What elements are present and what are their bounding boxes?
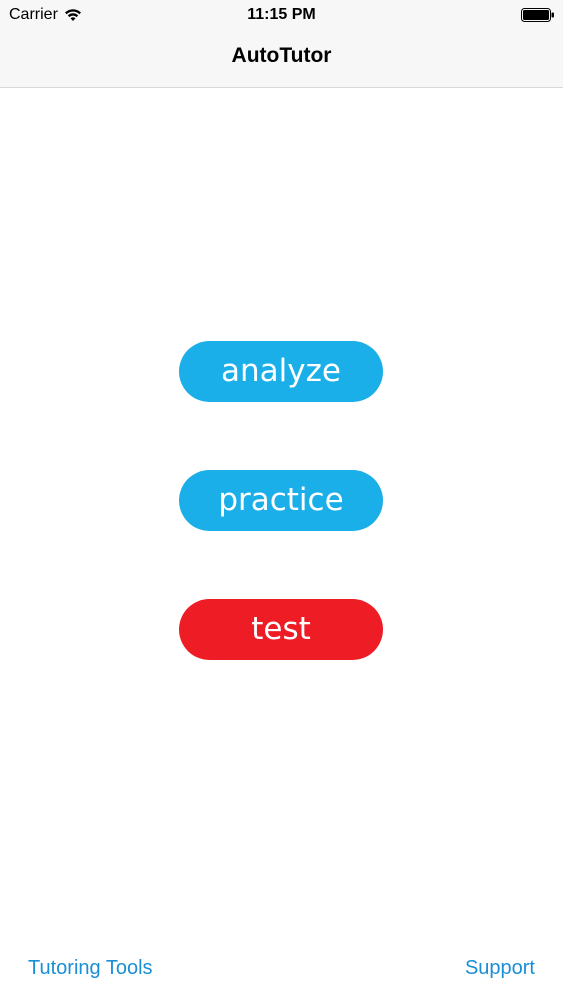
support-link[interactable]: Support: [465, 957, 535, 980]
tutoring-tools-link[interactable]: Tutoring Tools: [28, 957, 153, 980]
analyze-button[interactable]: analyze: [179, 341, 383, 402]
page-title: AutoTutor: [231, 44, 332, 67]
battery-icon: [521, 8, 554, 22]
status-time: 11:15 PM: [247, 6, 316, 23]
practice-button[interactable]: practice: [179, 470, 383, 531]
navigation-bar: AutoTutor: [0, 30, 563, 88]
test-button[interactable]: test: [179, 599, 383, 660]
status-bar: Carrier 11:15 PM: [0, 0, 563, 30]
